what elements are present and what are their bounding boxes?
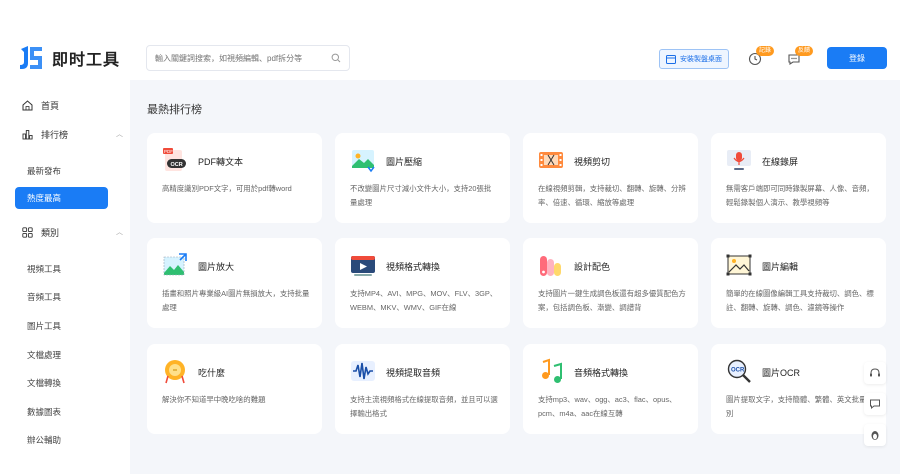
card-desc: 插畫和照片專業級AI圖片無損放大，支持批量處理 — [162, 289, 310, 312]
audio-extract-icon — [351, 361, 375, 381]
card-desc: 在線視頻剪輯，支持裁切、翻轉、旋轉、分辨率、倍速、循環、縮放等處理 — [538, 184, 686, 207]
chat-button[interactable] — [864, 393, 886, 415]
card-desc: 支持主流視頻格式在線提取音頻，並且可以選擇輸出格式 — [350, 395, 498, 418]
card-title: PDF轉文本 — [198, 157, 244, 167]
eat-what-icon — [165, 360, 185, 384]
image-compress-icon — [352, 150, 375, 173]
card-title: 圖片放大 — [198, 262, 235, 272]
tool-card-screen-record[interactable]: 在線錄屏 無需客戶端即可同時錄製屏幕、人像、音頻，輕鬆錄製個人演示、教學視頻等 — [711, 133, 886, 223]
sidebar-item-ranking[interactable]: 排行榜 — [22, 128, 68, 141]
card-desc: 支持圖片一鍵生成調色板還有超多優質配色方案，包括調色板、漸變、調譜背 — [538, 289, 686, 312]
customer-service-button[interactable] — [864, 362, 886, 384]
top-bar: 即时工具 安裝製盤桌面 記錄 反饋 登錄 — [0, 0, 900, 80]
feedback-badge: 反饋 — [795, 46, 814, 56]
app-name: 即时工具 — [52, 52, 121, 69]
card-title: 吃什麼 — [198, 368, 226, 378]
image-ocr-icon: OCR — [727, 359, 751, 383]
qq-button[interactable] — [864, 424, 886, 446]
card-desc: 圖片提取文字，支持簡體、繁體、英文批量識別 — [726, 395, 874, 418]
sidebar-hottest-label: 熱度最高 — [27, 193, 62, 203]
sidebar-item-doc-processing[interactable]: 文檔處理 — [27, 349, 61, 361]
penguin-icon — [871, 431, 879, 440]
svg-text:OCR: OCR — [171, 162, 183, 168]
bar-chart-icon — [22, 130, 33, 140]
login-button[interactable]: 登錄 — [827, 47, 887, 69]
sidebar-item-doc-conversion[interactable]: 文檔轉換 — [27, 377, 61, 389]
card-desc: 支持mp3、wav、ogg、ac3、flac、opus、pcm、m4a、aac在… — [538, 395, 677, 418]
chat-icon — [870, 399, 880, 410]
sidebar-item-video-tools[interactable]: 視頻工具 — [27, 263, 61, 275]
tool-card-image-compress[interactable]: 圖片壓縮 不改變圖片尺寸減小文件大小，支持20張批量處理 — [335, 133, 510, 223]
card-desc: 無需客戶端即可同時錄製屏幕、人像、音頻，輕鬆錄製個人演示、教學視頻等 — [726, 184, 874, 207]
sidebar-ranking-label: 排行榜 — [41, 130, 69, 140]
card-title: 圖片編輯 — [762, 262, 799, 272]
sidebar-item-categories[interactable]: 類別 — [22, 226, 59, 239]
tool-card-extract-audio[interactable]: 視頻提取音頻 支持主流視頻格式在線提取音頻，並且可以選擇輸出格式 — [335, 344, 510, 434]
sidebar-item-latest[interactable]: 最新發布 — [27, 165, 61, 177]
headset-icon — [870, 368, 880, 377]
card-desc: 支持MP4、AVI、MPG、MOV、FLV、3GP、WEBM、MKV、WMV、G… — [350, 289, 498, 312]
card-title: 在線錄屏 — [762, 157, 799, 167]
card-title: 圖片壓縮 — [386, 157, 423, 167]
video-convert-icon — [351, 256, 375, 276]
tool-card-audio-convert[interactable]: 音頻格式轉換 支持mp3、wav、ogg、ac3、flac、opus、pcm、m… — [523, 344, 698, 434]
sidebar-item-audio-tools[interactable]: 音頻工具 — [27, 291, 61, 303]
search-box[interactable] — [146, 45, 350, 71]
install-label: 安裝製盤桌面 — [680, 56, 722, 63]
card-desc: 簡單的在線圖像編輯工具支持裁切、調色、標註、翻轉、旋轉、調色、濾鏡等操作 — [726, 289, 874, 312]
card-title: 視頻格式轉換 — [386, 262, 441, 272]
card-title: 音頻格式轉換 — [574, 368, 629, 378]
card-title: 圖片OCR — [762, 368, 800, 378]
section-title: 最熱排行榜 — [147, 104, 202, 116]
app-logo[interactable]: 即时工具 — [18, 45, 120, 71]
svg-text:OCR: OCR — [731, 368, 745, 374]
tool-card-what-to-eat[interactable]: 吃什麼 解決你不知道早中晚吃啥的難題 — [147, 344, 322, 434]
tool-card-design-color[interactable]: 設計配色 支持圖片一鍵生成調色板還有超多優質配色方案，包括調色板、漸變、調譜背 — [523, 238, 698, 328]
tool-card-image-ocr[interactable]: OCR 圖片OCR 圖片提取文字，支持簡體、繁體、英文批量識別 — [711, 344, 886, 434]
home-icon — [22, 100, 33, 111]
pdf-ocr-icon: PDF OCR — [163, 148, 186, 171]
card-desc: 不改變圖片尺寸減小文件大小，支持20張批量處理 — [350, 184, 492, 207]
feedback-button[interactable]: 反饋 — [787, 46, 814, 66]
sidebar-item-home[interactable]: 首頁 — [22, 99, 59, 112]
sidebar-home-label: 首頁 — [41, 101, 60, 111]
grid-icon — [22, 227, 33, 238]
tool-card-image-edit[interactable]: 圖片編輯 簡單的在線圖像編輯工具支持裁切、調色、標註、翻轉、旋轉、調色、濾鏡等操… — [711, 238, 886, 328]
svg-text:PDF: PDF — [164, 149, 173, 154]
screen-record-icon — [727, 150, 751, 170]
install-desktop-button[interactable]: 安裝製盤桌面 — [659, 49, 729, 69]
sidebar-item-data-charts[interactable]: 數據圖表 — [27, 406, 61, 418]
color-palette-icon — [540, 256, 561, 276]
sidebar-item-office-aid[interactable]: 辦公輔助 — [27, 434, 61, 446]
image-enlarge-icon — [163, 253, 187, 276]
search-icon[interactable] — [331, 53, 341, 63]
video-cut-icon — [539, 152, 563, 168]
card-title: 設計配色 — [574, 262, 611, 272]
card-title: 視頻提取音頻 — [386, 368, 441, 378]
sidebar-item-image-tools[interactable]: 圖片工具 — [27, 320, 61, 332]
tool-card-image-enlarge[interactable]: 圖片放大 插畫和照片專業級AI圖片無損放大，支持批量處理 — [147, 238, 322, 328]
image-edit-icon — [726, 254, 752, 276]
tool-card-video-convert[interactable]: 視頻格式轉換 支持MP4、AVI、MPG、MOV、FLV、3GP、WEBM、MK… — [335, 238, 510, 328]
card-desc: 解決你不知道早中晚吃啥的難題 — [162, 395, 266, 404]
history-badge: 記錄 — [756, 46, 775, 56]
window-icon — [666, 54, 676, 64]
chevron-up-icon[interactable]: ︿ — [116, 129, 123, 139]
card-desc: 高精度識別PDF文字，可用於pdf轉word — [162, 184, 292, 193]
logo-icon — [20, 46, 42, 69]
tool-card-video-cut[interactable]: 視頻剪切 在線視頻剪輯，支持裁切、翻轉、旋轉、分辨率、倍速、循環、縮放等處理 — [523, 133, 698, 223]
tool-card-pdf-to-text[interactable]: PDF OCR PDF轉文本 高精度識別PDF文字，可用於pdf轉word — [147, 133, 322, 223]
sidebar-categories-label: 類別 — [41, 228, 60, 238]
card-title: 視頻剪切 — [574, 157, 611, 167]
history-button[interactable]: 記錄 — [748, 46, 775, 66]
audio-convert-icon — [542, 358, 562, 383]
sidebar-item-hottest[interactable]: 熱度最高 — [15, 187, 108, 209]
chevron-up-icon[interactable]: ︿ — [116, 227, 123, 237]
search-input[interactable] — [155, 53, 331, 63]
